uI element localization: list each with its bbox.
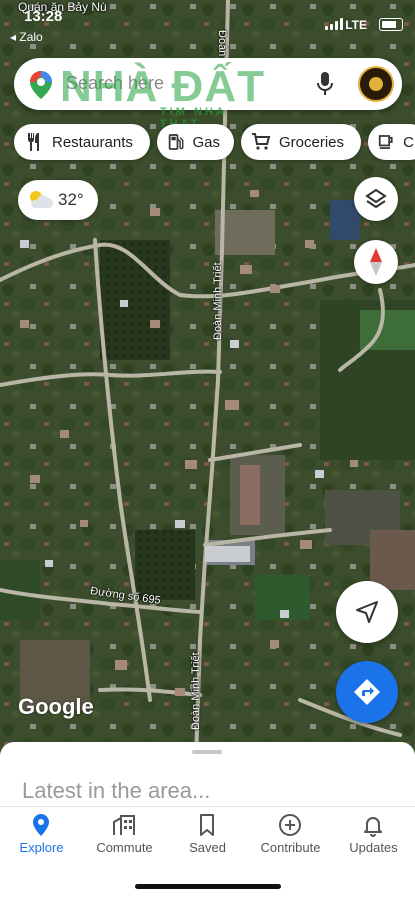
- road-label: Đoàn Minh Triết: [212, 262, 224, 340]
- bookmark-icon: [200, 814, 214, 836]
- tab-saved[interactable]: Saved: [166, 807, 249, 867]
- signal-icon: [325, 18, 343, 30]
- bell-icon: [364, 817, 382, 837]
- plus-circle-icon: [279, 814, 301, 836]
- chip-gas[interactable]: Gas: [157, 124, 234, 160]
- status-time: 13:28: [24, 8, 63, 25]
- layers-icon: [365, 188, 387, 209]
- home-indicator[interactable]: [135, 884, 281, 889]
- temperature: 32°: [58, 190, 84, 209]
- directions-icon: [354, 679, 380, 705]
- sheet-handle[interactable]: [192, 750, 222, 754]
- satellite-map[interactable]: Quán ăn Bảy Nù Đoàn Minh Đoàn Minh Triết…: [0, 0, 415, 760]
- network-type: LTE: [345, 18, 367, 32]
- road-label: Đoàn Minh Triết: [190, 652, 202, 730]
- tab-contribute[interactable]: Contribute: [249, 807, 332, 867]
- partly-cloudy-icon: [30, 191, 53, 208]
- gas-pump-icon: [168, 134, 184, 150]
- weather-chip[interactable]: 32°: [18, 180, 98, 220]
- map-imagery: [0, 0, 415, 760]
- account-avatar[interactable]: [358, 66, 394, 102]
- battery-icon: [379, 18, 403, 31]
- fork-knife-icon: [28, 133, 39, 151]
- google-attribution: Google: [18, 694, 94, 719]
- directions-button[interactable]: [336, 661, 398, 723]
- chip-restaurants[interactable]: Restaurants: [14, 124, 150, 160]
- chip-coffee[interactable]: C: [368, 124, 415, 160]
- status-bar: 13:28 ◂ Zalo LTE: [0, 0, 415, 46]
- tab-commute[interactable]: Commute: [83, 807, 166, 867]
- search-input[interactable]: Search here: [66, 73, 164, 94]
- tab-explore[interactable]: Explore: [0, 807, 83, 867]
- microphone-icon[interactable]: [316, 72, 334, 96]
- search-bar[interactable]: Search here: [14, 58, 402, 110]
- tab-updates[interactable]: Updates: [332, 807, 415, 867]
- navigation-arrow-icon: [356, 601, 378, 623]
- commute-icon: [113, 815, 135, 835]
- bottom-nav: Explore Commute Saved Contribute Updates: [0, 806, 415, 867]
- coffee-icon: [378, 135, 393, 149]
- sheet-title: Latest in the area...: [22, 778, 211, 803]
- cart-icon: [252, 133, 271, 150]
- chip-groceries[interactable]: Groceries: [241, 124, 361, 160]
- layers-button[interactable]: [354, 177, 398, 221]
- maps-pin-icon: [30, 71, 52, 99]
- my-location-button[interactable]: [336, 581, 398, 643]
- back-to-app[interactable]: ◂ Zalo: [10, 30, 43, 44]
- compass-button[interactable]: [354, 240, 398, 284]
- pin-icon: [33, 814, 49, 836]
- compass-icon: [370, 248, 382, 276]
